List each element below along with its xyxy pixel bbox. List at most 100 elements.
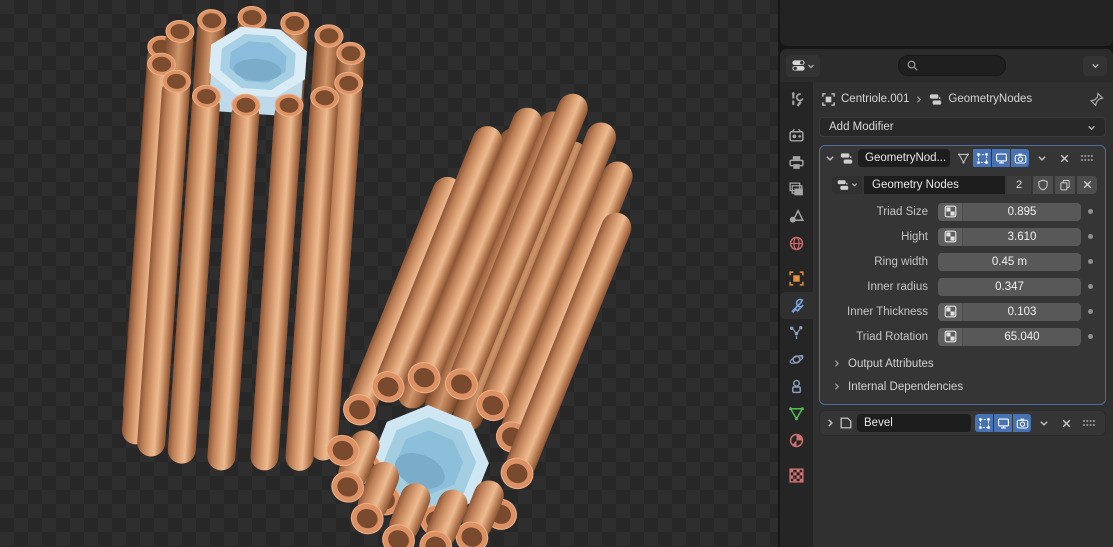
toggle-viewport-display[interactable] <box>992 149 1010 167</box>
decorator-dot[interactable] <box>1088 284 1093 289</box>
tab-physics[interactable] <box>780 346 813 373</box>
node-group-selector: Geometry Nodes 2 <box>832 175 1097 194</box>
edit-mode-icon <box>976 152 989 165</box>
triad-rotation-input[interactable]: 65.040 <box>938 328 1081 346</box>
tab-world[interactable] <box>780 230 813 257</box>
attribute-checker-icon <box>944 205 957 218</box>
tab-modifiers[interactable] <box>780 292 813 319</box>
modifier-extras-button[interactable] <box>1035 414 1053 432</box>
field-label: Triad Size <box>826 206 938 218</box>
decorator-dot[interactable] <box>1088 309 1093 314</box>
tab-object[interactable] <box>780 265 813 292</box>
tab-constraints[interactable] <box>780 373 813 400</box>
geometry-nodes-icon <box>928 92 943 107</box>
inner-radius-input[interactable]: 0.347 <box>938 278 1081 296</box>
toggle-render-display[interactable] <box>1013 414 1031 432</box>
field-row: Hight 3.610 <box>826 227 1099 246</box>
decorator-dot[interactable] <box>1088 334 1093 339</box>
tab-material[interactable] <box>780 427 813 454</box>
field-label: Ring width <box>826 256 938 268</box>
attribute-toggle-button[interactable] <box>938 328 963 346</box>
toggle-edit-mode[interactable] <box>975 414 993 432</box>
tab-render[interactable] <box>780 122 813 149</box>
fake-user-button[interactable] <box>1033 176 1053 194</box>
edit-mode-icon <box>978 417 991 430</box>
hight-input[interactable]: 3.610 <box>938 228 1081 246</box>
tab-tool[interactable] <box>780 86 813 113</box>
camera-icon <box>1016 417 1029 430</box>
monitor-icon <box>995 152 1008 165</box>
breadcrumb-object[interactable]: Centriole.001 <box>841 93 909 105</box>
toggle-viewport-display[interactable] <box>994 414 1012 432</box>
node-group-name-field[interactable]: Geometry Nodes <box>864 176 1005 194</box>
geometry-nodes-icon <box>836 178 850 192</box>
search-input[interactable] <box>898 55 1006 76</box>
close-icon <box>1082 179 1093 190</box>
scene-icon <box>788 208 805 225</box>
toggle-edit-mode[interactable] <box>973 149 991 167</box>
chevron-down-icon <box>1087 123 1096 132</box>
modifier-name-field[interactable]: GeometryNod... <box>858 149 950 167</box>
tab-texture[interactable] <box>780 462 813 489</box>
chevron-right-icon[interactable] <box>825 418 835 428</box>
inner-thickness-input[interactable]: 0.103 <box>938 303 1081 321</box>
duplicate-button[interactable] <box>1055 176 1075 194</box>
unlink-button[interactable] <box>1077 176 1097 194</box>
breadcrumb-data[interactable]: GeometryNodes <box>948 93 1032 105</box>
field-label: Hight <box>826 231 938 243</box>
section-output-attributes[interactable]: Output Attributes <box>826 352 1099 375</box>
tab-object-data[interactable] <box>780 400 813 427</box>
decorator-dot[interactable] <box>1088 234 1093 239</box>
browse-node-group-button[interactable] <box>832 176 862 194</box>
modifier-extras-button[interactable] <box>1033 149 1051 167</box>
toggle-on-cage[interactable] <box>954 149 972 167</box>
decorator-dot[interactable] <box>1088 259 1093 264</box>
geometry-nodes-icon <box>839 151 854 166</box>
render-icon <box>788 127 805 144</box>
modifier-header: GeometryNod... <box>820 146 1105 170</box>
outliner-area[interactable] <box>780 0 1113 46</box>
modifier-name-field[interactable]: Bevel <box>857 414 971 432</box>
texture-icon <box>788 467 805 484</box>
modifier-delete-button[interactable] <box>1055 149 1073 167</box>
modifier-delete-button[interactable] <box>1057 414 1075 432</box>
users-count-button[interactable]: 2 <box>1007 176 1031 194</box>
particles-icon <box>788 324 805 341</box>
tab-view-layer[interactable] <box>780 176 813 203</box>
viewport-3d[interactable] <box>0 0 778 547</box>
chevron-down-icon <box>1091 61 1100 70</box>
triad-size-input[interactable]: 0.895 <box>938 203 1081 221</box>
tab-scene[interactable] <box>780 203 813 230</box>
attribute-toggle-button[interactable] <box>938 228 963 246</box>
ring-width-input[interactable]: 0.45 m <box>938 253 1081 271</box>
output-icon <box>788 154 805 171</box>
breadcrumb: Centriole.001 GeometryNodes <box>819 87 1106 111</box>
monitor-icon <box>997 417 1010 430</box>
decorator-dot[interactable] <box>1088 209 1093 214</box>
drag-handle-icon[interactable] <box>1081 414 1097 432</box>
chevron-down-icon <box>1039 418 1049 428</box>
field-row: Inner Thickness 0.103 <box>826 302 1099 321</box>
field-label: Triad Rotation <box>826 331 938 343</box>
physics-icon <box>788 351 805 368</box>
shield-icon <box>1037 179 1049 191</box>
editor-type-button[interactable] <box>786 55 820 77</box>
blender-window: Centriole.001 GeometryNodes Add Modifier <box>0 0 1113 547</box>
object-icon <box>788 270 805 287</box>
chevron-down-icon[interactable] <box>825 153 835 163</box>
attribute-toggle-button[interactable] <box>938 303 963 321</box>
camera-icon <box>1014 152 1027 165</box>
tab-output[interactable] <box>780 149 813 176</box>
attribute-toggle-button[interactable] <box>938 203 963 221</box>
pin-icon[interactable] <box>1089 92 1104 107</box>
tab-particles[interactable] <box>780 319 813 346</box>
attribute-checker-icon <box>944 330 957 343</box>
chevron-right-icon <box>832 359 841 368</box>
section-internal-dependencies[interactable]: Internal Dependencies <box>826 375 1099 398</box>
add-modifier-button[interactable]: Add Modifier <box>819 117 1106 137</box>
object-data-icon <box>788 405 805 422</box>
toggle-render-display[interactable] <box>1011 149 1029 167</box>
drag-handle-icon[interactable] <box>1079 149 1095 167</box>
chevron-right-icon <box>832 382 841 391</box>
options-menu-button[interactable] <box>1083 56 1107 76</box>
